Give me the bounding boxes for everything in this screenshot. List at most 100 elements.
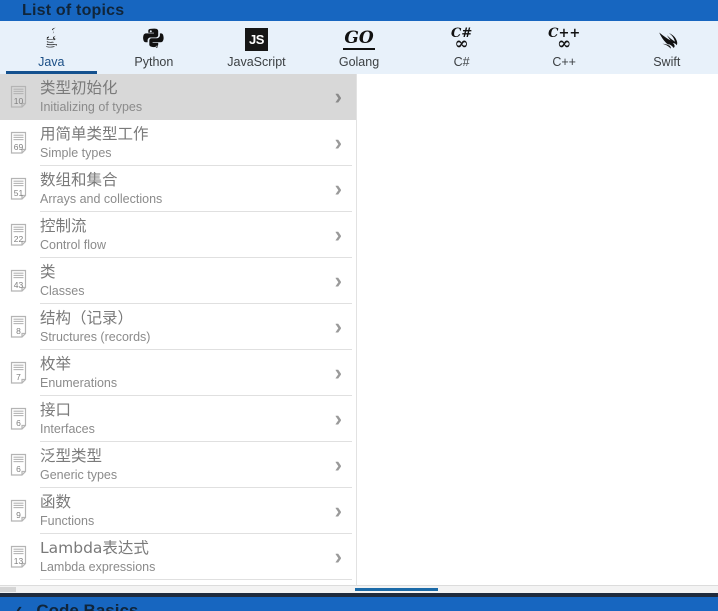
swift-icon [655,26,679,52]
list-item[interactable]: 9 函数 Functions › [0,488,356,534]
java-icon [39,26,63,52]
chevron-right-icon: › [334,176,342,201]
list-item[interactable]: 8 结构（记录） Structures (records) › [0,304,356,350]
chevron-right-icon: › [334,222,342,247]
tab-cplusplus[interactable]: C++ ∞ C++ [513,21,616,74]
document-count-icon: 9 [9,499,31,523]
topic-count: 43 [13,280,24,290]
chevron-right-icon: › [334,130,342,155]
list-item-title: 用简单类型工作 [40,125,149,143]
list-item-subtitle: Arrays and collections [40,192,163,206]
cplusplus-icon: C++ ∞ [548,26,580,53]
page-title: List of topics [22,2,125,19]
document-count-icon: 69 [9,131,31,155]
document-count-icon: 43 [9,269,31,293]
topic-count: 69 [13,142,24,152]
list-item[interactable]: 6 接口 Interfaces › [0,396,356,442]
language-tab-bar[interactable]: Java Python JS JavaScript GO Golang C# ∞… [0,21,718,74]
bottom-bar-title: Code Basics [36,601,139,611]
tab-label-csharp: C# [453,55,470,69]
tab-label-cplusplus: C++ [552,55,576,69]
tab-label-swift: Swift [653,55,681,69]
list-item-subtitle: Generic types [40,468,118,482]
list-item-text: 接口 Interfaces [40,401,335,437]
javascript-icon-glyph: JS [244,27,268,51]
document-count-icon: 13 [9,545,31,569]
document-count-icon: 22 [9,223,31,247]
list-item[interactable]: 22 控制流 Control flow › [0,212,356,258]
list-item-title: 控制流 [40,217,87,235]
list-item-title: 接口 [40,401,72,419]
topic-count: 9 [16,510,21,520]
topic-count: 13 [13,556,24,566]
list-item-subtitle: Lambda expressions [40,560,156,574]
list-item[interactable]: 69 用简单类型工作 Simple types › [0,120,356,166]
topic-count: 10 [13,96,24,106]
topic-count: 7 [16,372,21,382]
list-item-title: Lambda表达式 [40,539,149,557]
list-item-title: 类 [40,263,56,281]
list-item-text: 枚举 Enumerations [40,355,335,391]
bottom-app-bar[interactable]: ‹ Code Basics [0,597,718,611]
golang-icon: GO [343,26,375,52]
list-item[interactable]: 51 数组和集合 Arrays and collections › [0,166,356,212]
list-item[interactable]: 43 类 Classes › [0,258,356,304]
document-count-icon: 10 [9,85,31,109]
document-count-icon: 6 [9,407,31,431]
window-title-bar: List of topics [0,0,718,21]
scrollbar-thumb[interactable] [355,588,438,591]
document-count-icon: 8 [9,315,31,339]
tab-label-java: Java [38,55,65,69]
tab-csharp[interactable]: C# ∞ C# [410,21,513,74]
back-arrow-icon[interactable]: ‹ [16,597,22,611]
chevron-right-icon: › [334,84,342,109]
tab-label-golang: Golang [338,55,380,69]
list-item[interactable]: 6 泛型类型 Generic types › [0,442,356,488]
tab-swift[interactable]: Swift [615,21,718,74]
topic-count: 8 [16,326,21,336]
list-item[interactable]: 7 枚举 Enumerations › [0,350,356,396]
list-item-title: 类型初始化 [40,79,118,97]
list-item-subtitle: Enumerations [40,376,118,390]
list-item-title: 函数 [40,493,72,511]
topic-count: 51 [13,188,24,198]
golang-icon-glyph: GO [343,28,375,50]
tab-label-python: Python [134,55,174,69]
document-count-icon: 6 [9,453,31,477]
tab-label-javascript: JavaScript [227,55,286,69]
list-item-text: 函数 Functions [40,493,335,529]
topic-count: 6 [16,464,21,474]
tab-java[interactable]: Java [0,21,103,74]
chevron-right-icon: › [334,452,342,477]
list-item-subtitle: Control flow [40,238,106,252]
list-item-subtitle: Simple types [40,146,112,160]
list-item-title: 结构（记录） [40,309,134,327]
tab-golang[interactable]: GO Golang [308,21,411,74]
list-item-subtitle: Initializing of types [40,100,143,114]
scrollbar-left-nub[interactable] [0,587,16,592]
list-item-text: 数组和集合 Arrays and collections [40,171,335,207]
document-count-icon: 51 [9,177,31,201]
list-item-title: 枚举 [40,355,72,373]
list-item[interactable]: 10 类型初始化 Initializing of types › [0,74,356,120]
tab-python[interactable]: Python [103,21,206,74]
topic-count: 22 [13,234,24,244]
list-item-text: 用简单类型工作 Simple types [40,125,335,161]
list-item-subtitle: Classes [40,284,85,298]
list-item-subtitle: Interfaces [40,422,95,436]
list-item-text: 泛型类型 Generic types [40,447,335,483]
list-item[interactable]: 13 Lambda表达式 Lambda expressions › [0,534,356,580]
python-icon [142,26,166,52]
detail-pane [357,74,718,585]
chevron-right-icon: › [334,406,342,431]
list-item-text: Lambda表达式 Lambda expressions [40,539,335,575]
topic-list[interactable]: 10 类型初始化 Initializing of types › 69 用简单类… [0,74,357,585]
chevron-right-icon: › [334,314,342,339]
tab-javascript[interactable]: JS JavaScript [205,21,308,74]
list-item-text: 类型初始化 Initializing of types [40,79,335,115]
chevron-right-icon: › [334,268,342,293]
chevron-right-icon: › [334,498,342,523]
list-item-text: 类 Classes [40,263,335,299]
list-item-title: 数组和集合 [40,171,118,189]
document-count-icon: 7 [9,361,31,385]
